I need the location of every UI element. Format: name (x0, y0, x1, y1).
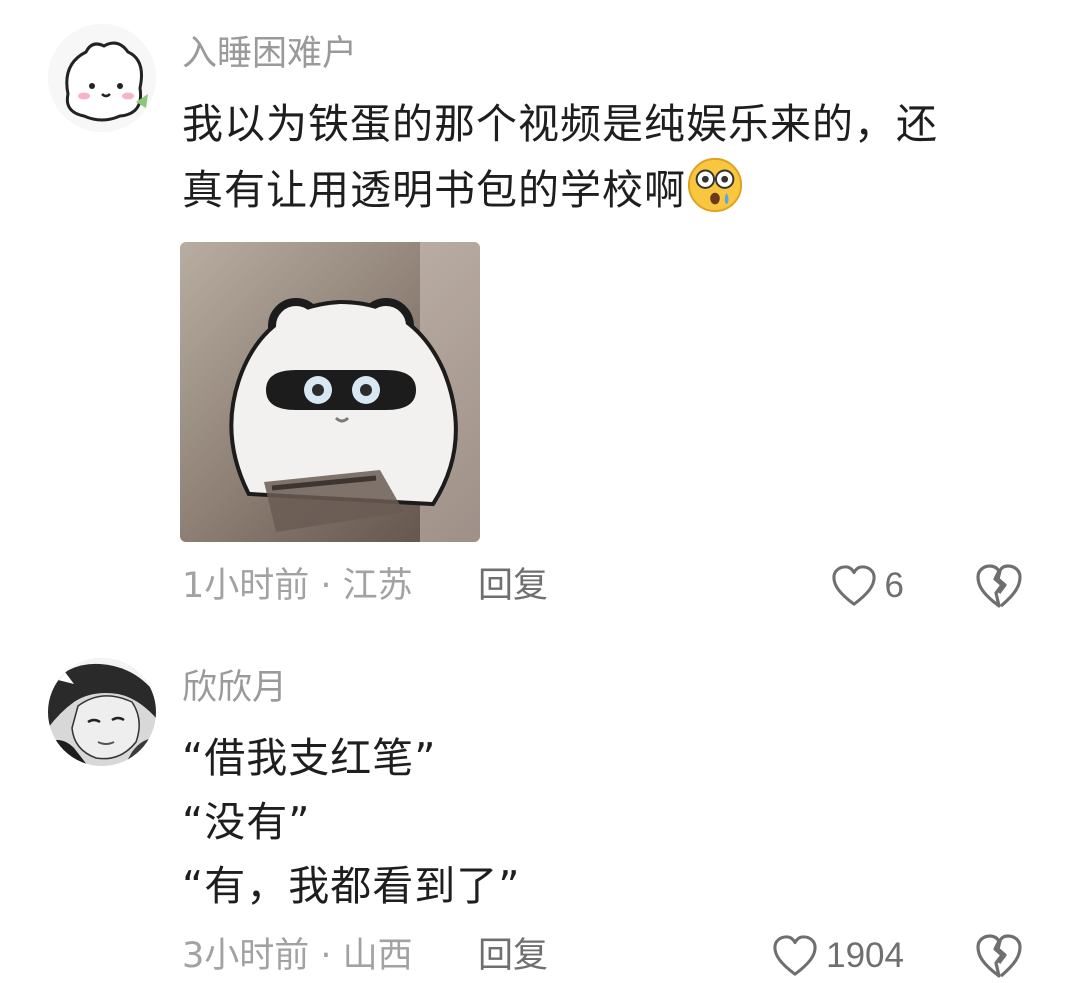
username[interactable]: 欣欣月 (182, 666, 287, 710)
sticker-image[interactable] (180, 242, 480, 542)
time-location: 3小时前 · 山西 (182, 936, 413, 976)
broken-heart-icon[interactable] (974, 562, 1024, 610)
comment-text-line-text: 真有让用透明书包的学校啊 (182, 166, 686, 214)
heart-icon (831, 565, 876, 606)
sticker-art (180, 242, 480, 542)
user-avatar[interactable] (48, 658, 156, 766)
heart-icon (773, 935, 817, 976)
like-button[interactable]: 6 (831, 564, 904, 608)
avatar-image (48, 658, 156, 766)
astonished-face-icon (686, 156, 744, 214)
comment-text-line: 真有让用透明书包的学校啊 (182, 156, 1022, 222)
user-avatar[interactable] (48, 24, 156, 132)
like-count: 6 (884, 566, 904, 605)
comment-text-line: “借我支红笔” (182, 734, 437, 782)
comment-text-line: “有，我都看到了” (182, 862, 521, 910)
reply-button[interactable]: 回复 (478, 934, 548, 978)
username[interactable]: 入睡困难户 (182, 32, 357, 76)
reply-button[interactable]: 回复 (478, 564, 548, 608)
like-count: 1904 (826, 936, 904, 975)
comment-text: 我以为铁蛋的那个视频是纯娱乐来的，还 真有让用透明书包的学校啊 (182, 92, 1022, 222)
comment-text-line: “没有” (182, 798, 311, 846)
comment-text-line: 我以为铁蛋的那个视频是纯娱乐来的，还 (182, 100, 938, 148)
avatar-image (48, 24, 156, 132)
broken-heart-icon[interactable] (974, 932, 1024, 980)
comment-text: “借我支红笔” “没有” “有，我都看到了” (182, 726, 1022, 918)
like-button[interactable]: 1904 (772, 934, 904, 978)
time-location: 1小时前 · 江苏 (182, 566, 413, 606)
